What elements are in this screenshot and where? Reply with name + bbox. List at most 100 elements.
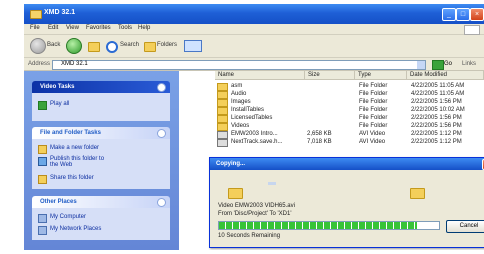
file-type: File Folder <box>359 115 388 121</box>
go-button[interactable]: Go <box>444 61 452 67</box>
menu-tools[interactable]: Tools <box>118 25 132 31</box>
file-type: File Folder <box>359 99 388 105</box>
file-date: 2/22/2005 1:56 PM <box>411 115 462 121</box>
menu-edit[interactable]: Edit <box>48 25 58 31</box>
file-date: 4/22/2005 11:05 AM <box>411 83 465 89</box>
back-arrow-icon[interactable] <box>30 38 46 54</box>
menu-file[interactable]: File <box>30 25 40 31</box>
file-date: 2/22/2005 1:12 PM <box>411 131 462 137</box>
my-computer-link[interactable]: My Computer <box>50 214 86 220</box>
file-type: AVI Video <box>359 131 386 137</box>
column-date[interactable]: Date Modified <box>407 71 484 80</box>
copy-file-name: Video EMW2003 VIDH65.avi <box>218 203 295 209</box>
file-row[interactable]: InstallTables File Folder 2/22/2005 10:02 … <box>179 106 484 115</box>
file-name: InstallTables <box>231 107 265 113</box>
file-size: 7,018 KB <box>307 139 332 145</box>
time-remaining: 10 Seconds Remaining <box>218 233 281 239</box>
file-row[interactable]: Videos File Folder 2/22/2005 1:56 PM <box>179 122 484 131</box>
search-icon[interactable] <box>106 41 118 53</box>
new-folder-icon <box>38 145 47 154</box>
collapse-chevron-icon[interactable] <box>157 83 166 92</box>
file-name: Audio <box>231 91 247 97</box>
file-row[interactable]: EMW2003 Intro... 2,658 KB AVI Video 2/22/20… <box>179 130 484 139</box>
other-places-body: My Computer My Network Places <box>32 208 170 240</box>
my-computer-icon <box>38 214 47 223</box>
address-input[interactable]: XMD 32.1 <box>52 60 426 70</box>
go-arrow-icon[interactable] <box>432 60 444 70</box>
video-tasks-header[interactable]: Video Tasks <box>32 81 170 93</box>
file-type: AVI Video <box>359 139 386 145</box>
file-name: EMW2003 Intro... <box>231 131 278 137</box>
dialog-title-bar[interactable]: Copying... × <box>210 158 484 170</box>
folders-label[interactable]: Folders <box>157 42 177 48</box>
video-tasks-body: Play all <box>32 93 170 121</box>
menu-view[interactable]: View <box>66 25 79 31</box>
menu-bar: File Edit View Favorites Tools Help <box>24 24 484 35</box>
file-type: File Folder <box>359 91 388 97</box>
network-places-icon <box>38 226 47 235</box>
destination-folder-icon <box>410 188 425 199</box>
file-size: 2,658 KB <box>307 131 332 137</box>
maximize-button[interactable]: □ <box>456 8 470 21</box>
file-folder-tasks-panel: File and Folder Tasks Make a new folder … <box>32 127 170 189</box>
publish-web-icon <box>38 157 47 166</box>
cancel-button[interactable]: Cancel <box>446 220 484 233</box>
file-name: asm <box>231 83 243 89</box>
file-row[interactable]: asm File Folder 4/22/2005 11:05 AM <box>179 82 484 91</box>
back-label[interactable]: Back <box>47 42 60 48</box>
windows-logo-icon <box>464 25 480 35</box>
file-date: 2/22/2005 1:56 PM <box>411 123 462 129</box>
file-folder-tasks-body: Make a new folder Publish this folder to… <box>32 139 170 189</box>
network-places-link[interactable]: My Network Places <box>50 226 101 232</box>
forward-arrow-icon[interactable] <box>66 38 82 54</box>
collapse-chevron-icon[interactable] <box>157 129 166 138</box>
other-places-title: Other Places <box>40 199 77 205</box>
chevron-down-icon[interactable] <box>417 61 425 69</box>
file-row[interactable]: Images File Folder 2/22/2005 1:56 PM <box>179 98 484 107</box>
file-date: 2/22/2005 1:56 PM <box>411 99 462 105</box>
column-name[interactable]: Name <box>215 71 305 80</box>
collapse-chevron-icon[interactable] <box>157 198 166 207</box>
other-places-header[interactable]: Other Places <box>32 196 170 208</box>
address-value: XMD 32.1 <box>61 61 88 67</box>
file-name: LicensedTables <box>231 115 273 121</box>
publish-folder-link[interactable]: Publish this folder to the Web <box>50 156 110 168</box>
file-name: Videos <box>231 123 250 129</box>
column-size[interactable]: Size <box>305 71 355 80</box>
file-folder-tasks-title: File and Folder Tasks <box>40 130 101 136</box>
column-type[interactable]: Type <box>355 71 407 80</box>
menu-favorites[interactable]: Favorites <box>86 25 111 31</box>
title-bar[interactable]: XMD 32.1 _ □ × <box>24 4 484 24</box>
folders-icon[interactable] <box>144 42 156 52</box>
share-folder-icon <box>38 175 47 184</box>
up-folder-icon[interactable] <box>88 42 100 52</box>
file-date: 2/22/2005 1:12 PM <box>411 139 462 145</box>
make-new-folder-link[interactable]: Make a new folder <box>50 145 99 151</box>
flying-paper-icon <box>268 182 276 185</box>
close-button[interactable]: × <box>470 8 484 21</box>
toolbar: Back Search Folders <box>24 35 484 58</box>
minimize-button[interactable]: _ <box>442 8 456 21</box>
file-row[interactable]: NextTrack.save.h... 7,018 KB AVI Video 2/22… <box>179 138 484 147</box>
file-folder-tasks-header[interactable]: File and Folder Tasks <box>32 127 170 139</box>
views-icon[interactable] <box>184 40 202 52</box>
copy-progress-bar <box>218 221 440 230</box>
file-type: File Folder <box>359 107 388 113</box>
search-label[interactable]: Search <box>120 42 139 48</box>
share-folder-link[interactable]: Share this folder <box>50 175 94 181</box>
file-name: Images <box>231 99 251 105</box>
file-row[interactable]: Audio File Folder 4/22/2005 11:05 AM <box>179 90 484 99</box>
other-places-panel: Other Places My Computer My Network Plac… <box>32 196 170 240</box>
play-all-link[interactable]: Play all <box>50 101 69 107</box>
source-folder-icon <box>228 188 243 199</box>
video-file-icon <box>217 139 228 147</box>
address-bar: Address XMD 32.1 Go Links <box>24 58 484 71</box>
video-tasks-title: Video Tasks <box>40 84 75 90</box>
links-label[interactable]: Links <box>462 61 476 67</box>
menu-help[interactable]: Help <box>138 25 150 31</box>
copy-from-to: From 'Disc/Project' To 'XD1' <box>218 211 292 217</box>
play-icon <box>38 101 47 110</box>
folder-icon <box>30 10 42 19</box>
file-row[interactable]: LicensedTables File Folder 2/22/2005 1:56 … <box>179 114 484 123</box>
copy-dialog: Copying... × Video EMW2003 VIDH65.avi Fr… <box>209 157 484 248</box>
